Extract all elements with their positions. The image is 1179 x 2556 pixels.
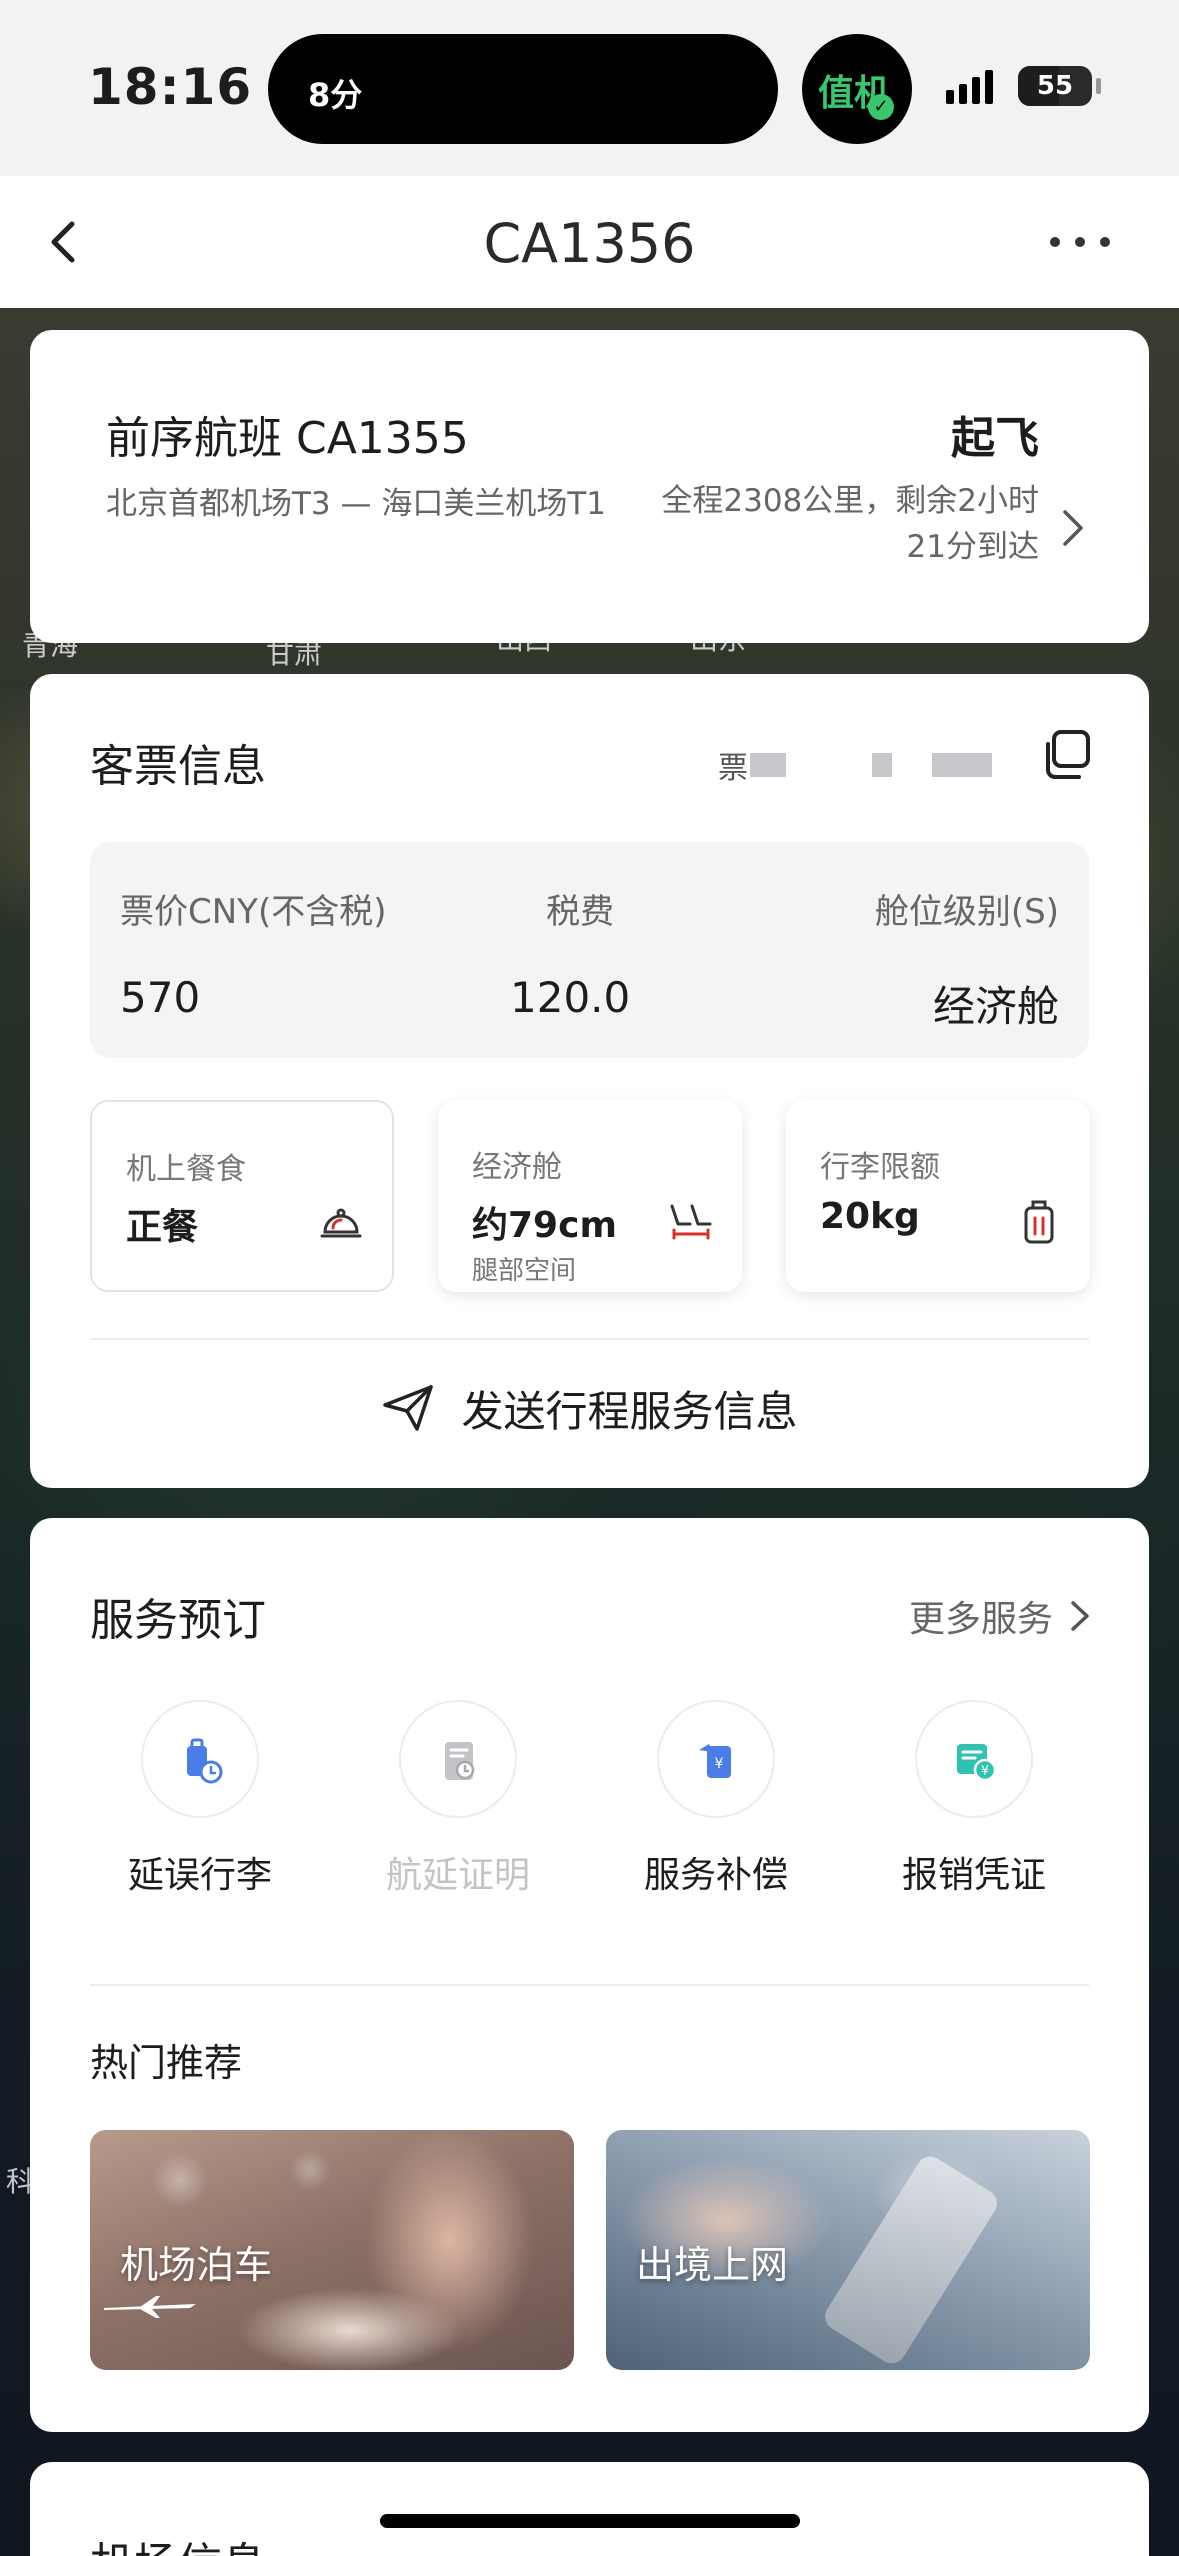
- page-title: CA1356: [483, 212, 696, 275]
- masked-text: [872, 753, 892, 777]
- checkin-live-activity[interactable]: 值机 ✓: [802, 34, 912, 144]
- service-compensation[interactable]: ¥ 服务补偿: [616, 1700, 816, 1898]
- status-bar: 18:16 8分 值机 ✓ 55: [0, 0, 1179, 176]
- baggage-tile[interactable]: 行李限额 20kg: [786, 1100, 1090, 1292]
- phone-image: [819, 2151, 1003, 2369]
- cabin-class-value: 经济舱: [932, 982, 1059, 1031]
- send-itinerary-button[interactable]: 发送行程服务信息: [30, 1368, 1149, 1448]
- svg-text:¥: ¥: [715, 1756, 724, 1772]
- chevron-right-icon: [1071, 1601, 1089, 1631]
- fare-panel: 票价CNY(不含税) 570 税费 120.0 舱位级别(S) 经济舱: [90, 842, 1089, 1058]
- airplane-icon: [104, 2296, 196, 2318]
- battery-icon: 55: [1018, 66, 1092, 106]
- reimbursement-receipt-icon: ¥: [957, 1744, 997, 1782]
- status-time: 18:16: [88, 58, 253, 116]
- battery-level: 55: [1036, 71, 1074, 101]
- legroom-tile[interactable]: 经济舱 约79cm 腿部空间: [438, 1100, 742, 1292]
- tax-value: 120.0: [510, 973, 631, 1022]
- fare-value: 570: [120, 973, 201, 1022]
- meal-cloche-icon: [320, 1208, 362, 1238]
- airport-info-card: 机场信息: [30, 2462, 1149, 2556]
- baggage-value: 20kg: [820, 1196, 920, 1237]
- more-services-label: 更多服务: [908, 1599, 1053, 1640]
- delay-certificate-icon: [445, 1742, 475, 1780]
- service-label: 航延证明: [385, 1855, 530, 1896]
- home-indicator[interactable]: [380, 2514, 800, 2528]
- dynamic-island[interactable]: 8分: [268, 34, 778, 144]
- service-booking-title: 服务预订: [90, 1595, 266, 1646]
- masked-text: [932, 753, 992, 777]
- delayed-luggage-icon: [187, 1738, 223, 1784]
- divider: [90, 1984, 1089, 1986]
- divider: [90, 1338, 1089, 1340]
- promo-airport-parking[interactable]: 机场泊车: [90, 2130, 574, 2370]
- tax-column: 税费 120.0: [510, 884, 630, 1022]
- battery-cap: [1096, 78, 1101, 94]
- service-label: 延误行李: [127, 1855, 272, 1896]
- cabin-class-column: 舱位级别(S) 经济舱: [875, 884, 1059, 1034]
- legroom-sub: 腿部空间: [472, 1256, 577, 1286]
- legroom-value: 约79cm: [472, 1205, 617, 1246]
- copy-icon[interactable]: [1038, 728, 1094, 784]
- promo-label: 机场泊车: [120, 2243, 273, 2287]
- seat-legroom-icon: [670, 1204, 712, 1240]
- more-options-icon[interactable]: [1050, 232, 1110, 252]
- nav-bar: CA1356: [0, 176, 1179, 308]
- live-activity-text: 8分: [308, 76, 363, 114]
- ticket-number: 票: [718, 740, 1048, 790]
- masked-text: [750, 753, 786, 777]
- service-label: 报销凭证: [901, 1855, 1046, 1896]
- service-delay-certificate: 航延证明: [358, 1700, 558, 1898]
- ticket-number-label: 票: [718, 751, 748, 786]
- legroom-label: 经济舱: [472, 1150, 562, 1185]
- signal-icon: [946, 68, 993, 104]
- paper-plane-icon: [383, 1385, 434, 1431]
- meal-value: 正餐: [126, 1207, 199, 1248]
- ticket-info-card: 客票信息 票 票价CNY(不含税) 570 税费 120.0 舱位级别(S) 经…: [30, 674, 1149, 1488]
- check-badge-icon: ✓: [868, 94, 894, 120]
- meal-label: 机上餐食: [126, 1152, 246, 1187]
- service-delayed-luggage[interactable]: 延误行李: [100, 1700, 300, 1898]
- baggage-label: 行李限额: [820, 1150, 940, 1185]
- meal-tile[interactable]: 机上餐食 正餐: [90, 1100, 394, 1292]
- fare-price-column: 票价CNY(不含税) 570: [120, 884, 386, 1022]
- luggage-icon: [1024, 1200, 1054, 1244]
- service-label: 服务补偿: [643, 1855, 788, 1896]
- cabin-class-label: 舱位级别(S): [874, 892, 1059, 932]
- compensation-icon: ¥: [699, 1744, 731, 1778]
- previous-flight-route: 北京首都机场T3 — 海口美兰机场T1: [106, 486, 607, 522]
- send-itinerary-label: 发送行程服务信息: [461, 1386, 798, 1436]
- promo-overseas-internet[interactable]: 出境上网: [606, 2130, 1090, 2370]
- tax-label: 税费: [546, 892, 615, 932]
- promo-label: 出境上网: [636, 2243, 789, 2287]
- chevron-right-icon: [1063, 510, 1083, 546]
- svg-text:¥: ¥: [981, 1764, 989, 1779]
- airport-info-title: 机场信息: [90, 2528, 266, 2556]
- previous-flight-title: 前序航班 CA1355: [106, 413, 469, 464]
- fare-label: 票价CNY(不含税): [120, 892, 387, 932]
- more-services-link[interactable]: 更多服务: [909, 1590, 1093, 1642]
- ticket-info-title: 客票信息: [90, 741, 266, 792]
- service-reimbursement[interactable]: ¥ 报销凭证: [874, 1700, 1074, 1898]
- previous-flight-remaining: 全程2308公里，剩余2小时21分到达: [661, 483, 1039, 565]
- previous-flight-card[interactable]: 前序航班 CA1355 起飞 北京首都机场T3 — 海口美兰机场T1 全程230…: [30, 330, 1149, 643]
- hot-recommend-title: 热门推荐: [90, 2041, 243, 2085]
- service-booking-card: 服务预订 更多服务 延误行李 航延证明 ¥ 服务补偿 ¥ 报销凭证 热门推荐 机…: [30, 1518, 1149, 2432]
- previous-flight-status: 起飞: [951, 413, 1039, 464]
